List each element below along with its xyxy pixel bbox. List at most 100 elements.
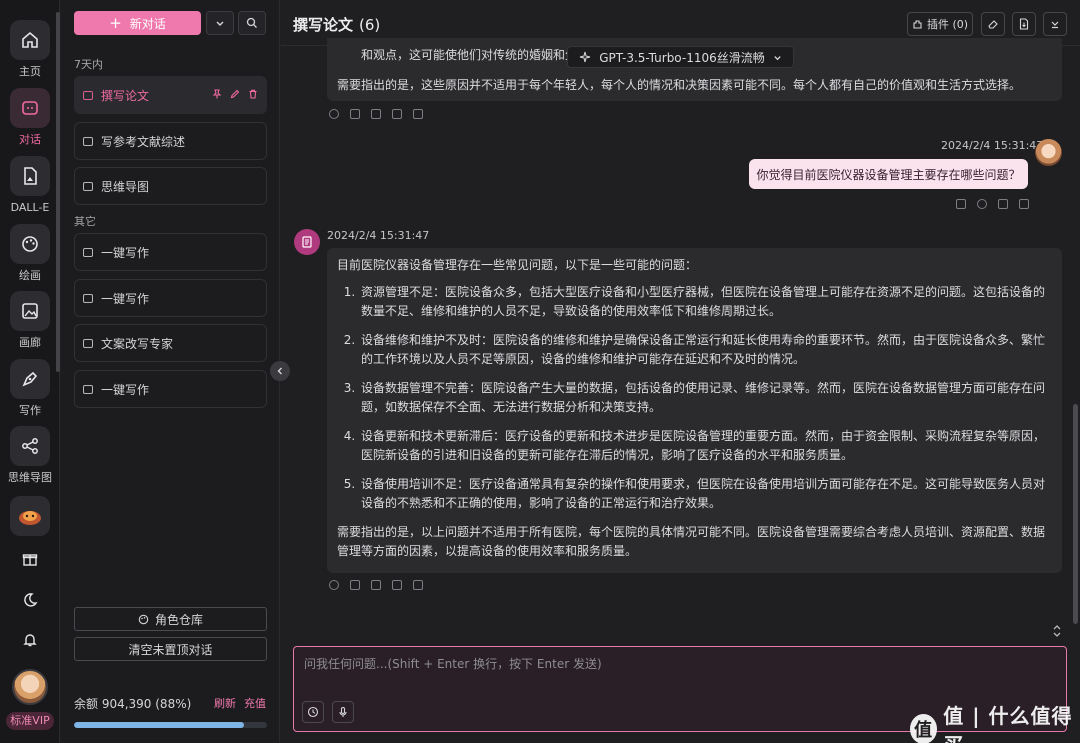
pen-icon (10, 359, 50, 399)
refresh-link[interactable]: 刷新 (214, 695, 236, 711)
chat-bubble-icon (83, 136, 93, 146)
chat-scrollbar[interactable] (1073, 404, 1078, 624)
rail-label-paint: 绘画 (19, 269, 41, 282)
vip-badge[interactable]: 标准VIP (6, 712, 54, 730)
copy-icon[interactable] (350, 109, 360, 119)
trash-icon[interactable] (1019, 199, 1029, 209)
new-chat-button[interactable]: + 新对话 (74, 11, 201, 35)
doc-icon[interactable] (392, 109, 402, 119)
pin-icon[interactable] (212, 89, 222, 99)
conversation-title: 思维导图 (101, 179, 150, 194)
trash-icon[interactable] (248, 89, 258, 99)
download-file-icon (1019, 18, 1029, 30)
list-item: 设备维修和维护不及时：医院设备的维修和维护是确保设备正常运行和延长使用寿命的重要… (359, 331, 1052, 369)
doc-icon[interactable] (392, 580, 402, 590)
conversation-item[interactable]: 一键写作 (74, 279, 267, 317)
chevron-updown-icon (1053, 625, 1061, 637)
list-item: 设备更新和技术更新滞后：医疗设备的更新和技术进步是医院设备管理的重要方面。然而，… (359, 427, 1052, 465)
copy-icon[interactable] (998, 199, 1008, 209)
user-message-tools (956, 199, 1029, 209)
expand-toggle[interactable] (1051, 624, 1063, 641)
new-chat-label: 新对话 (129, 16, 166, 31)
moon-icon[interactable] (18, 588, 42, 612)
clear-context-button[interactable] (981, 12, 1005, 36)
rail-label-mindmap: 思维导图 (8, 471, 52, 484)
refresh-icon[interactable] (977, 199, 987, 209)
trash-icon[interactable] (413, 109, 423, 119)
ai-message: 目前医院仪器设备管理存在一些常见问题，以下是一些可能的问题： 资源管理不足：医院… (327, 248, 1062, 573)
conversation-item[interactable]: 一键写作 (74, 370, 267, 408)
rail-item-dalle[interactable]: DALL-E (0, 156, 60, 214)
edit-icon[interactable] (956, 199, 966, 209)
edit-icon[interactable] (230, 89, 240, 99)
ai-timestamp: 2024/2/4 15:31:47 (327, 229, 430, 242)
chat-icon (10, 88, 50, 128)
group-title-other: 其它 (74, 215, 96, 228)
conversation-item[interactable]: 一键写作 (74, 233, 267, 271)
microphone-icon (339, 706, 347, 717)
rail-item-mascot[interactable] (0, 496, 60, 536)
user-avatar[interactable] (12, 669, 48, 705)
clear-unpinned-button[interactable]: 清空未置顶对话 (74, 637, 267, 661)
rail-item-mindmap[interactable]: 思维导图 (0, 426, 60, 484)
collapse-sidebar-button[interactable] (270, 361, 290, 381)
rail-item-home[interactable]: 主页 (0, 20, 60, 78)
chevron-down-icon (774, 55, 781, 60)
conversation-item[interactable]: 撰写论文 (74, 76, 267, 114)
conversation-title: 文案改写专家 (101, 336, 174, 351)
conversation-title: 一键写作 (101, 245, 150, 260)
gift-icon[interactable] (18, 547, 42, 571)
export-button[interactable] (1012, 12, 1036, 36)
conversation-title: 撰写论文 (101, 88, 150, 103)
message-tools (329, 109, 423, 119)
rail-item-write[interactable]: 写作 (0, 359, 60, 417)
home-icon (10, 20, 50, 60)
code-icon[interactable] (371, 109, 381, 119)
rail-item-paint[interactable]: 绘画 (0, 224, 60, 282)
sparkle-icon (580, 51, 591, 63)
code-icon[interactable] (371, 580, 381, 590)
ai-points-list: 资源管理不足：医院设备众多，包括大型医疗设备和小型医疗器械，但医院在设备管理上可… (359, 283, 1052, 513)
sidebar-scrollbar[interactable] (56, 12, 60, 372)
conversation-item[interactable]: 文案改写专家 (74, 324, 267, 362)
gallery-icon (10, 291, 50, 331)
watermark-logo: 值 (910, 714, 938, 743)
chevron-down-icon (216, 21, 224, 26)
search-button[interactable] (238, 11, 266, 35)
eraser-icon (988, 20, 998, 29)
bell-icon[interactable] (18, 628, 42, 652)
chevron-left-icon (277, 367, 282, 375)
role-warehouse-label: 角色仓库 (154, 612, 203, 627)
conversation-title: 一键写作 (101, 291, 150, 306)
rail-item-chat[interactable]: 对话 (0, 88, 60, 146)
nav-rail: 主页 对话 DALL-E 绘画 画廊 写作 思维导图 标准VIP (0, 0, 60, 743)
plugin-button[interactable]: 插件 (0) (907, 12, 973, 36)
conversation-title: 写参考文献综述 (101, 134, 186, 149)
role-warehouse-button[interactable]: 角色仓库 (74, 607, 267, 631)
conversation-item[interactable]: 思维导图 (74, 167, 267, 205)
copy-icon[interactable] (350, 580, 360, 590)
user-avatar (1035, 139, 1062, 166)
dropdown-button[interactable] (206, 11, 234, 35)
recharge-link[interactable]: 充值 (244, 695, 266, 711)
rail-item-gallery[interactable]: 画廊 (0, 291, 60, 349)
history-icon (307, 706, 319, 718)
trash-icon[interactable] (413, 580, 423, 590)
chat-bubble-icon (83, 384, 93, 394)
chat-bubble-icon (83, 293, 93, 303)
user-timestamp: 2024/2/4 15:31:47 (941, 139, 1044, 152)
chat-main: 撰写论文 (6) 插件 (0) GPT-3.5-Turbo-1106丝滑流畅 和观… (281, 0, 1080, 743)
mascot-icon (10, 496, 50, 536)
search-icon (246, 17, 257, 28)
model-selector[interactable]: GPT-3.5-Turbo-1106丝滑流畅 (567, 46, 794, 68)
voice-button[interactable] (332, 701, 354, 723)
model-label: GPT-3.5-Turbo-1106丝滑流畅 (599, 50, 765, 65)
speak-icon[interactable] (329, 580, 339, 590)
rail-label-home: 主页 (19, 65, 41, 78)
conversation-item[interactable]: 写参考文献综述 (74, 122, 267, 160)
scroll-bottom-button[interactable] (1043, 12, 1067, 36)
speak-icon[interactable] (329, 109, 339, 119)
balance-text: 余额 904,390 (88%) (74, 697, 192, 711)
chat-bubble-icon (83, 90, 93, 100)
prompt-button[interactable] (302, 701, 324, 723)
